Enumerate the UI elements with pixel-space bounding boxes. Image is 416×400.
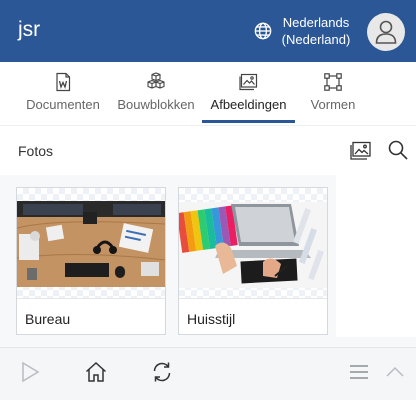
tab-bouwblokken[interactable]: Bouwblokken: [113, 62, 199, 125]
image-icon: [238, 73, 257, 91]
cubes-icon: [147, 72, 165, 89]
image-card-huisstijl[interactable]: Huisstijl: [178, 187, 328, 335]
image-icon[interactable]: [350, 141, 372, 161]
app-header: jsr Nederlands (Nederland): [0, 0, 416, 62]
chevron-up-icon[interactable]: [383, 360, 407, 384]
language-name: Nederlands: [282, 15, 350, 30]
search-icon[interactable]: [388, 140, 408, 160]
word-document-icon: [56, 72, 71, 92]
app-brand: jsr: [18, 18, 41, 41]
tab-label: Afbeeldingen: [210, 97, 287, 112]
menu-icon[interactable]: [347, 360, 371, 384]
card-label: Huisstijl: [187, 311, 236, 327]
active-tab-indicator: [202, 120, 295, 123]
card-label: Bureau: [25, 311, 71, 327]
design-photo: [179, 202, 327, 288]
desk-photo: [17, 201, 165, 287]
tab-label: Vormen: [310, 97, 356, 112]
language-region: (Nederland): [281, 32, 351, 47]
tab-vormen[interactable]: Vormen: [299, 62, 367, 125]
tab-afbeeldingen[interactable]: Afbeeldingen: [202, 62, 295, 125]
image-gallery: Bureau Huisstijl: [0, 175, 416, 347]
tab-documenten[interactable]: Documenten: [20, 62, 106, 125]
language-selector[interactable]: Nederlands (Nederland): [279, 14, 353, 48]
card-divider: [179, 298, 327, 299]
user-avatar[interactable]: [367, 13, 405, 51]
image-thumbnail: [179, 188, 327, 298]
play-icon[interactable]: [18, 360, 42, 384]
user-icon: [375, 20, 397, 44]
image-thumbnail: [17, 188, 165, 298]
gallery-empty-area: [336, 175, 416, 337]
card-divider: [17, 298, 165, 299]
home-icon[interactable]: [84, 360, 108, 384]
tab-label: Bouwblokken: [117, 97, 195, 112]
image-card-bureau[interactable]: Bureau: [16, 187, 166, 335]
section-title: Fotos: [18, 143, 54, 159]
category-tabs: Documenten Bouwblokken Afbeeldingen Vorm…: [0, 62, 416, 125]
tab-label: Documenten: [26, 97, 100, 112]
globe-icon[interactable]: [254, 22, 272, 40]
shape-icon: [324, 73, 342, 91]
refresh-icon[interactable]: [150, 360, 174, 384]
bottom-toolbar: [0, 347, 416, 400]
section-toolbar: Fotos: [0, 125, 416, 175]
